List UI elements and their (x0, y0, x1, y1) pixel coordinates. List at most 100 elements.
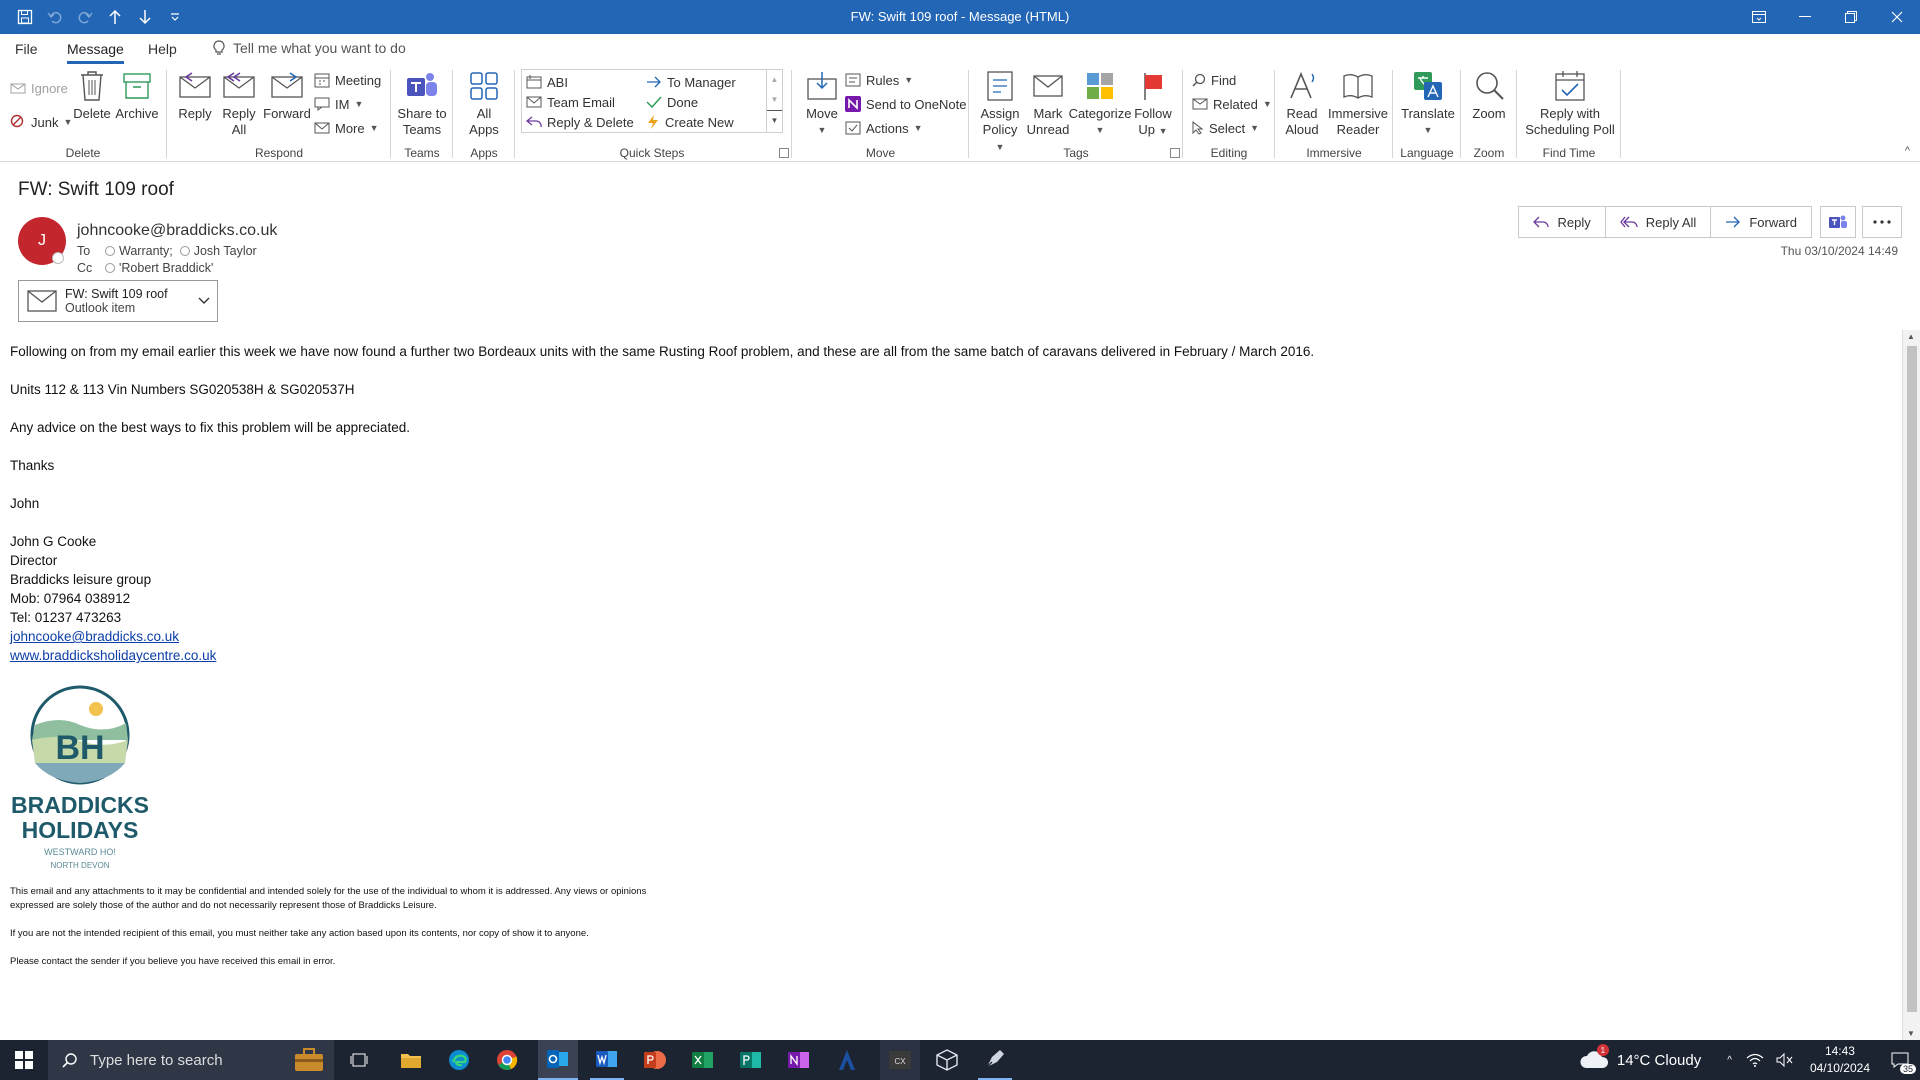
app-icon-pen[interactable] (978, 1040, 1012, 1080)
envelope-icon (19, 290, 65, 312)
more-button[interactable]: More ▼ (314, 118, 379, 138)
expand-gallery-icon[interactable]: ▼ (767, 110, 782, 131)
ribbon-divider (1516, 70, 1517, 158)
quick-steps-launcher-icon[interactable] (779, 148, 789, 158)
network-icon[interactable] (1746, 1053, 1764, 1067)
scrollbar-thumb[interactable] (1907, 346, 1917, 1012)
recipient[interactable]: 'Robert Braddick' (119, 261, 213, 275)
recipient[interactable]: Warranty; (119, 244, 173, 258)
menu-file[interactable]: File (15, 41, 38, 57)
quick-steps-scroll[interactable]: ▲ ▼ ▼ (766, 70, 782, 132)
tell-me-search[interactable]: Tell me what you want to do (213, 40, 406, 56)
volume-muted-icon[interactable] (1776, 1053, 1794, 1067)
quickstep-done[interactable]: Done (646, 92, 698, 112)
chevron-down-icon[interactable] (191, 297, 217, 305)
quickstep-create-new[interactable]: Create New (646, 112, 734, 132)
file-explorer-icon[interactable] (394, 1040, 428, 1080)
reply-button[interactable]: Reply (176, 68, 214, 122)
tags-launcher-icon[interactable] (1170, 148, 1180, 158)
more-actions-button[interactable] (1862, 206, 1902, 238)
ignore-button[interactable]: Ignore (10, 78, 68, 98)
immersive-reader-icon (1340, 68, 1376, 104)
send-to-onenote-button[interactable]: Send to OneNote (845, 94, 966, 114)
all-apps-button[interactable]: All Apps (460, 68, 508, 138)
categorize-label: Categorize (1068, 106, 1132, 121)
collapse-ribbon-icon[interactable]: ^ (1905, 145, 1910, 157)
onenote-taskbar-icon[interactable] (782, 1040, 816, 1080)
reply-action-button[interactable]: Reply (1518, 206, 1606, 238)
find-button[interactable]: Find (1192, 70, 1236, 90)
chevron-up-icon: ▲ (770, 75, 779, 84)
app-icon-cx[interactable]: CX (880, 1040, 920, 1080)
reply-all-action-button[interactable]: Reply All (1604, 206, 1712, 238)
follow-up-button[interactable]: Follow Up ▼ (1132, 68, 1174, 139)
select-button[interactable]: Select ▼ (1192, 118, 1259, 138)
reply-all-button[interactable]: Reply All (220, 68, 258, 138)
junk-button[interactable]: Junk ▼ (10, 112, 72, 132)
reply-with-scheduling-poll-button[interactable]: Reply with Scheduling Poll (1522, 68, 1618, 138)
publisher-icon[interactable] (734, 1040, 768, 1080)
weather-widget[interactable]: 1 14°C Cloudy (1579, 1044, 1701, 1070)
mark-unread-button[interactable]: Mark Unread (1026, 68, 1070, 138)
quickstep-abi[interactable]: ABI (526, 72, 568, 92)
menu-help[interactable]: Help (148, 41, 177, 57)
scroll-down-icon[interactable]: ▼ (1907, 1029, 1915, 1038)
notifications-button[interactable]: 35 (1880, 1040, 1920, 1080)
task-view-icon[interactable] (344, 1040, 374, 1080)
delete-button[interactable]: Delete (72, 68, 112, 122)
taskbar-search[interactable]: Type here to search (48, 1040, 334, 1080)
related-button[interactable]: Related ▼ (1192, 94, 1272, 114)
website-link[interactable]: www.braddicksholidaycentre.co.uk (10, 648, 216, 663)
scroll-up-icon[interactable]: ▲ (1907, 332, 1915, 341)
all-apps-label-2: Apps (469, 122, 499, 137)
chevron-up-icon[interactable]: ^ (1727, 1055, 1732, 1066)
email-link[interactable]: johncooke@braddicks.co.uk (10, 629, 179, 644)
archive-button[interactable]: Archive (114, 68, 160, 122)
ribbon-display-options-icon[interactable] (1736, 0, 1782, 34)
recipient[interactable]: Josh Taylor (194, 244, 257, 258)
quickstep-to-manager[interactable]: To Manager (646, 72, 736, 92)
app-icon-figure[interactable] (830, 1040, 864, 1080)
vertical-scrollbar[interactable]: ▲ ▼ (1902, 330, 1920, 1040)
categorize-button[interactable]: Categorize ▼ (1068, 68, 1132, 138)
edge-icon[interactable] (442, 1040, 476, 1080)
word-icon[interactable] (590, 1040, 624, 1080)
chrome-icon[interactable] (490, 1040, 524, 1080)
reply-delete-icon (526, 116, 542, 128)
zoom-button[interactable]: Zoom (1466, 68, 1512, 122)
forward-action-button[interactable]: Forward (1710, 206, 1812, 238)
menu-message[interactable]: Message (67, 41, 124, 64)
im-button[interactable]: IM ▼ (314, 94, 363, 114)
share-teams-label-1: Share to (397, 106, 447, 121)
message-datetime: Thu 03/10/2024 14:49 (1780, 244, 1898, 258)
translate-button[interactable]: Translate ▼ (1398, 68, 1458, 138)
forward-button[interactable]: Forward (262, 68, 312, 122)
quickstep-team-email[interactable]: Team Email (526, 92, 615, 112)
share-to-teams-button[interactable]: Share to Teams (394, 68, 450, 138)
move-button[interactable]: Move ▼ (803, 68, 841, 138)
system-tray: 1 14°C Cloudy ^ 14:43 04/10/2024 35 (1579, 1040, 1920, 1080)
start-button[interactable] (0, 1040, 48, 1080)
minimize-icon[interactable] (1782, 0, 1828, 34)
close-icon[interactable] (1874, 0, 1920, 34)
cc-label: Cc (77, 261, 93, 275)
powerpoint-icon[interactable] (638, 1040, 672, 1080)
rules-button[interactable]: Rules ▼ (845, 70, 913, 90)
sender-address[interactable]: johncooke@braddicks.co.uk (77, 222, 277, 240)
outlook-taskbar-icon[interactable] (538, 1040, 578, 1080)
restore-icon[interactable] (1828, 0, 1874, 34)
immersive-reader-button[interactable]: Immersive Reader (1326, 68, 1390, 138)
meeting-button[interactable]: Meeting (314, 70, 381, 90)
teams-chat-button[interactable] (1820, 206, 1856, 238)
assign-policy-button[interactable]: Assign Policy ▼ (978, 68, 1022, 155)
move-folder-icon (804, 68, 840, 104)
clock[interactable]: 14:43 04/10/2024 (1810, 1043, 1870, 1077)
attachment-card[interactable]: FW: Swift 109 roof Outlook item (18, 280, 218, 322)
reply-all-icon (221, 68, 257, 104)
app-icon-box[interactable] (930, 1040, 964, 1080)
signature-line: Tel: 01237 473263 (10, 610, 122, 625)
actions-button[interactable]: Actions ▼ (845, 118, 923, 138)
excel-icon[interactable] (686, 1040, 720, 1080)
quickstep-reply-delete[interactable]: Reply & Delete (526, 112, 634, 132)
read-aloud-button[interactable]: Read Aloud (1280, 68, 1324, 138)
